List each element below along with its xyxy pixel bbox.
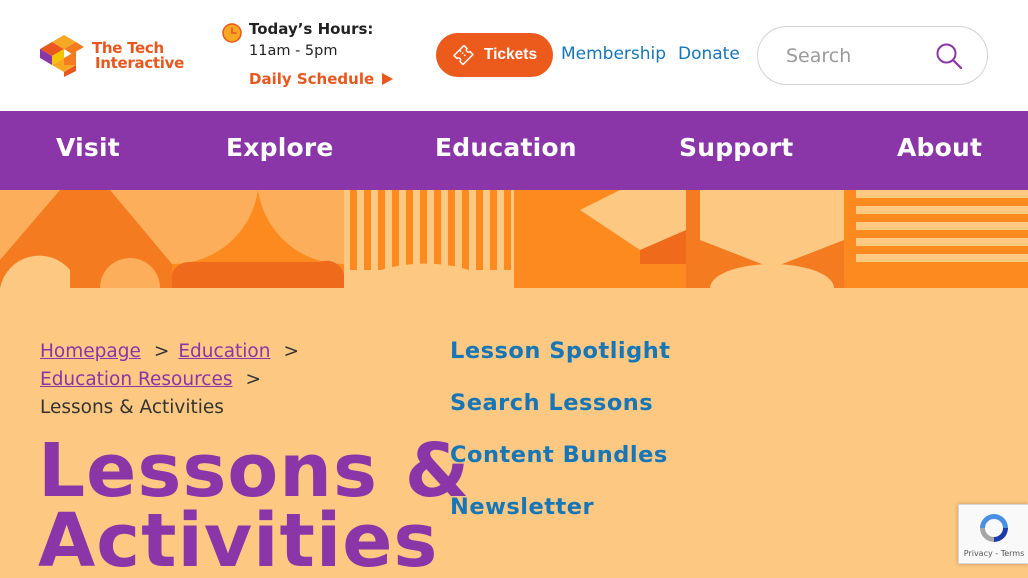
membership-link[interactable]: Membership	[561, 44, 666, 64]
search-icon[interactable]	[935, 42, 963, 70]
tickets-label: Tickets	[483, 46, 538, 63]
daily-schedule-label: Daily Schedule	[249, 70, 375, 88]
main-nav: Visit Explore Education Support About	[0, 111, 1028, 190]
nav-item-support[interactable]: Support	[679, 133, 793, 162]
tickets-button[interactable]: Tickets	[436, 33, 553, 77]
hero-banner	[0, 190, 1028, 288]
breadcrumb: Homepage > Education > Education Resources > L…	[40, 338, 420, 422]
lesson-spotlight-link[interactable]: Lesson Spotlight	[450, 336, 671, 388]
site-logo[interactable]: The Tech Interactive	[40, 34, 184, 78]
breadcrumb-separator: >	[153, 341, 170, 362]
nav-item-about[interactable]: About	[897, 133, 982, 162]
nav-item-visit[interactable]: Visit	[56, 133, 120, 162]
logo-line-2: Interactive	[95, 54, 184, 72]
recaptcha-badge[interactable]: Privacy - Terms	[958, 504, 1028, 564]
breadcrumb-education-resources[interactable]: Education Resources	[40, 369, 232, 390]
site-header: The Tech Interactive Today’s Hours: 11am…	[0, 0, 1028, 111]
breadcrumb-current: Lessons & Activities	[40, 397, 224, 418]
page-title-line-2: Activities	[38, 498, 439, 578]
search-input[interactable]	[786, 41, 936, 71]
search-box	[757, 26, 988, 85]
section-links: Lesson Spotlight Search Lessons Content …	[450, 336, 671, 544]
recaptcha-icon	[980, 514, 1008, 542]
main-content: Homepage > Education > Education Resources > L…	[0, 288, 1028, 578]
hours-title: Today’s Hours:	[249, 20, 374, 38]
breadcrumb-separator: >	[283, 341, 299, 362]
play-icon	[382, 73, 394, 85]
daily-schedule-link[interactable]: Daily Schedule	[249, 70, 394, 88]
page-title: Lessons & Activities	[38, 434, 470, 578]
nav-item-education[interactable]: Education	[435, 133, 577, 162]
breadcrumb-separator: >	[245, 369, 261, 390]
breadcrumb-homepage[interactable]: Homepage	[40, 341, 141, 362]
breadcrumb-education[interactable]: Education	[178, 341, 270, 362]
recaptcha-terms[interactable]: Privacy - Terms	[959, 549, 1028, 558]
donate-link[interactable]: Donate	[678, 44, 740, 64]
banner-pattern	[0, 190, 1028, 288]
logo-text: The Tech Interactive	[92, 41, 184, 71]
nav-item-explore[interactable]: Explore	[226, 133, 334, 162]
newsletter-link[interactable]: Newsletter	[450, 492, 671, 544]
content-bundles-link[interactable]: Content Bundles	[450, 440, 671, 492]
clock-icon	[222, 23, 242, 43]
hours-time: 11am - 5pm	[249, 43, 338, 59]
logo-mark-icon	[40, 35, 84, 77]
ticket-icon	[453, 45, 474, 65]
search-lessons-link[interactable]: Search Lessons	[450, 388, 671, 440]
